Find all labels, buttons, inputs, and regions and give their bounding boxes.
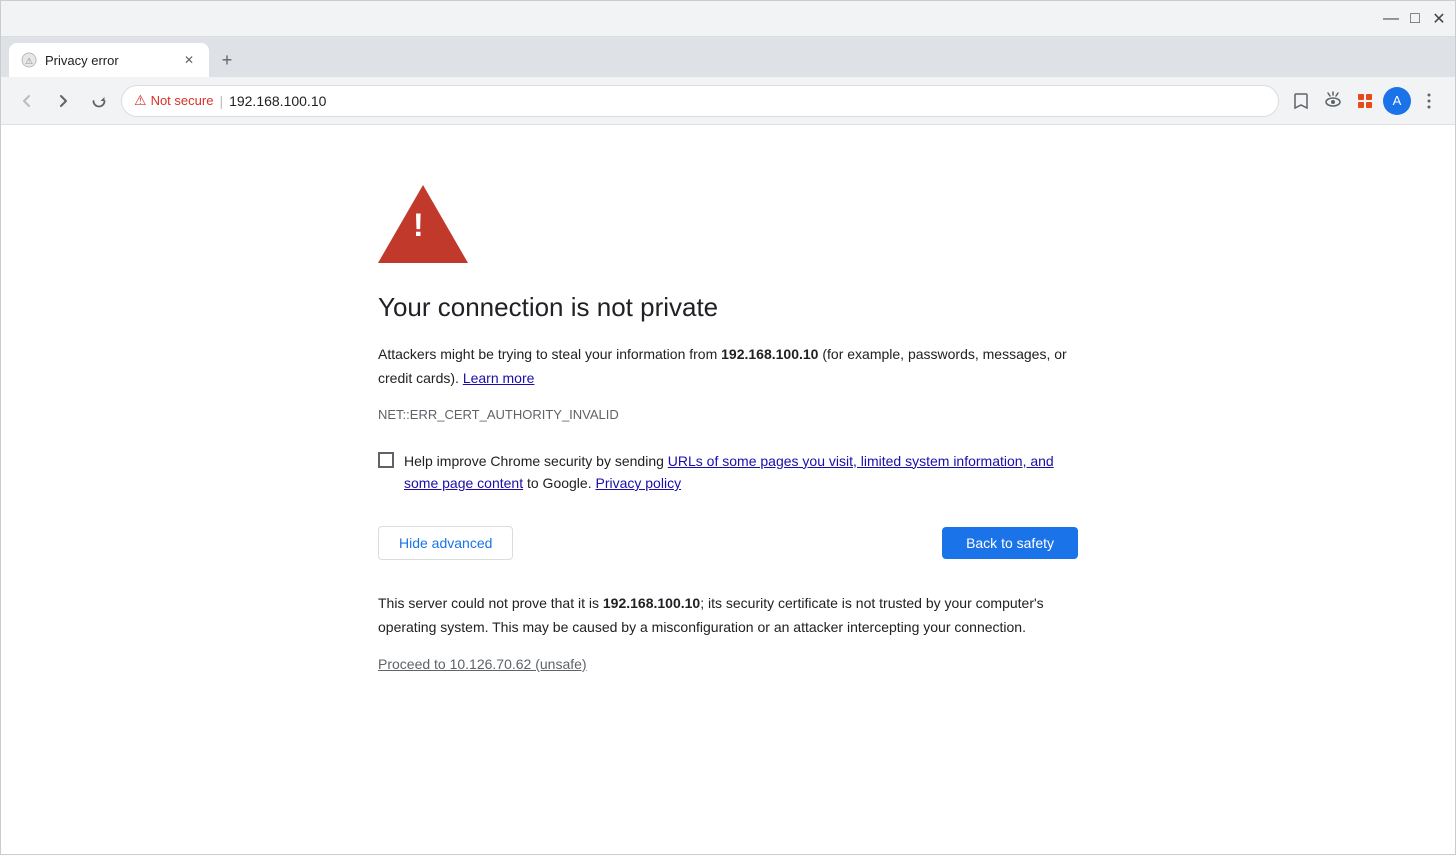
url-divider: | (219, 93, 223, 109)
profile-button[interactable]: A (1383, 87, 1411, 115)
url-bar[interactable]: ⚠ Not secure | 192.168.100.10 (121, 85, 1279, 117)
checkbox-label: Help improve Chrome security by sending … (404, 450, 1078, 495)
proceed-link[interactable]: Proceed to 10.126.70.62 (unsafe) (378, 656, 587, 672)
browser-window: — □ ✕ ⚠ Privacy error ✕ + (0, 0, 1456, 855)
checkbox-label-before: Help improve Chrome security by sending (404, 453, 668, 469)
error-description: Attackers might be trying to steal your … (378, 343, 1078, 391)
toolbar-icons: A (1287, 87, 1443, 115)
new-tab-button[interactable]: + (213, 46, 241, 74)
description-before: Attackers might be trying to steal your … (378, 346, 721, 362)
triangle-icon (378, 185, 468, 263)
close-button[interactable]: ✕ (1431, 11, 1447, 27)
advanced-text-before: This server could not prove that it is (378, 595, 603, 611)
page-content: Your connection is not private Attackers… (1, 125, 1455, 854)
url-text: 192.168.100.10 (229, 93, 326, 109)
error-code: NET::ERR_CERT_AUTHORITY_INVALID (378, 407, 1078, 422)
title-bar: — □ ✕ (1, 1, 1455, 37)
warning-icon-large (378, 185, 1078, 268)
advanced-text: This server could not prove that it is 1… (378, 592, 1078, 640)
window-controls: — □ ✕ (1383, 11, 1447, 27)
error-container: Your connection is not private Attackers… (358, 165, 1098, 814)
address-bar: ⚠ Not secure | 192.168.100.10 (1, 77, 1455, 125)
menu-button[interactable] (1415, 87, 1443, 115)
active-tab[interactable]: ⚠ Privacy error ✕ (9, 43, 209, 77)
back-button[interactable] (13, 87, 41, 115)
checkbox-label-middle: to Google. (523, 475, 592, 491)
svg-text:⚠: ⚠ (25, 56, 33, 66)
back-to-safety-button[interactable]: Back to safety (942, 527, 1078, 559)
checkbox-row: Help improve Chrome security by sending … (378, 450, 1078, 495)
minimize-button[interactable]: — (1383, 11, 1399, 27)
forward-button[interactable] (49, 87, 77, 115)
button-row: Hide advanced Back to safety (378, 526, 1078, 560)
tab-bar: ⚠ Privacy error ✕ + (1, 37, 1455, 77)
reload-button[interactable] (85, 87, 113, 115)
bookmark-button[interactable] (1287, 87, 1315, 115)
not-secure-label: Not secure (151, 93, 214, 108)
learn-more-link[interactable]: Learn more (463, 370, 535, 386)
hide-advanced-button[interactable]: Hide advanced (378, 526, 513, 560)
extensions-button[interactable] (1319, 87, 1347, 115)
privacy-policy-link[interactable]: Privacy policy (595, 475, 681, 491)
proceed-paragraph: Proceed to 10.126.70.62 (unsafe) (378, 656, 1078, 674)
advanced-ip: 192.168.100.10 (603, 595, 700, 611)
tab-close-button[interactable]: ✕ (181, 52, 197, 68)
tab-favicon: ⚠ (21, 52, 37, 68)
extension-puzzle-button[interactable] (1351, 87, 1379, 115)
tab-title: Privacy error (45, 53, 173, 68)
warning-icon: ⚠ (134, 92, 147, 109)
help-improve-checkbox[interactable] (378, 452, 394, 468)
not-secure-indicator: ⚠ Not secure (134, 92, 213, 109)
ip-address-bold: 192.168.100.10 (721, 346, 818, 362)
error-title: Your connection is not private (378, 292, 1078, 323)
maximize-button[interactable]: □ (1407, 11, 1423, 27)
